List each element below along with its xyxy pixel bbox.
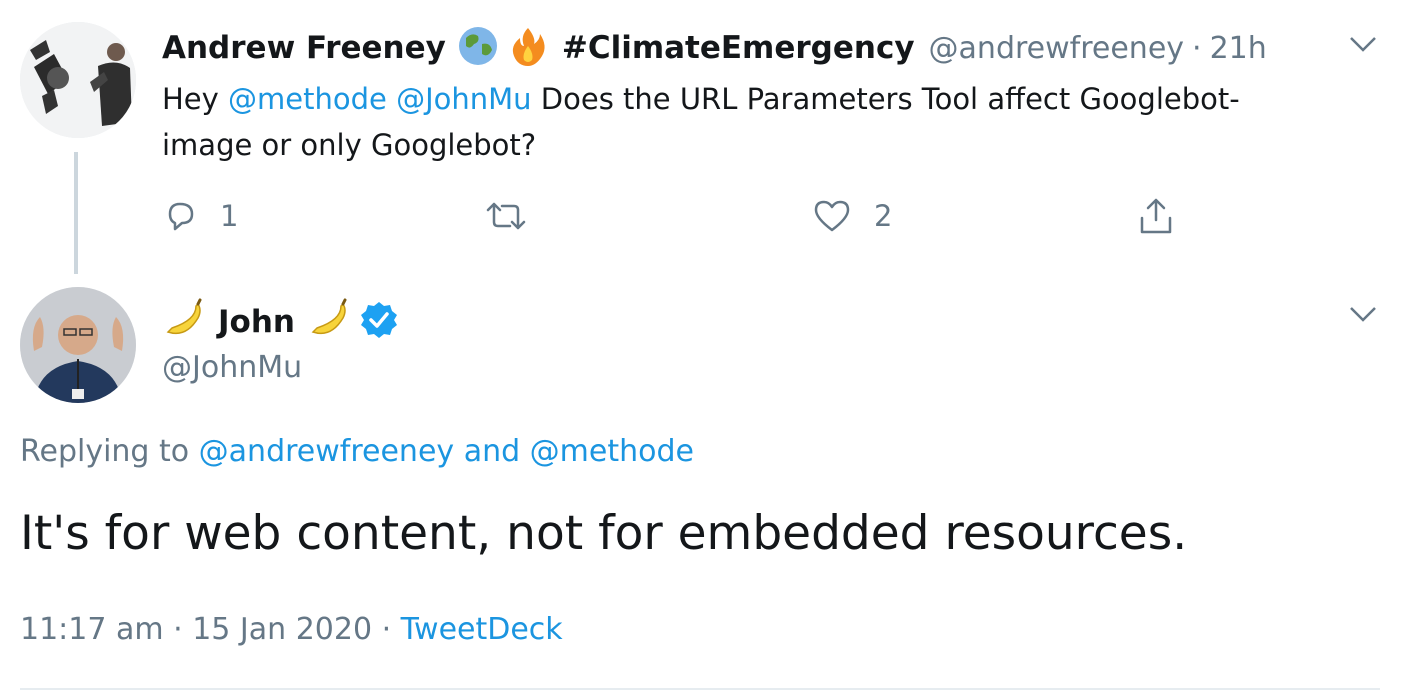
divider — [20, 688, 1380, 690]
like-count: 2 — [874, 199, 893, 233]
reply-count: 1 — [220, 199, 239, 233]
thread-connector — [74, 152, 78, 274]
meta-separator: · — [372, 612, 401, 647]
author-handle[interactable]: @andrewfreeney — [929, 31, 1184, 66]
replying-user-methode[interactable]: @methode — [530, 434, 694, 469]
author-handle[interactable]: @JohnMu — [162, 350, 302, 385]
avatar-andrew-freeney[interactable] — [20, 22, 136, 138]
retweet-button[interactable] — [482, 194, 530, 238]
earth-icon — [456, 24, 500, 72]
replying-and[interactable]: and — [454, 434, 530, 469]
verified-badge-icon — [359, 300, 399, 344]
share-button[interactable] — [1136, 194, 1176, 238]
retweet-icon — [486, 202, 526, 230]
text-segment: Hey — [162, 82, 229, 116]
text-segment: image or only Googlebot? — [162, 128, 537, 162]
reply-button[interactable]: 1 — [162, 194, 238, 238]
like-icon — [814, 200, 850, 232]
author-name[interactable]: Andrew Freeney — [162, 30, 446, 66]
chevron-down-icon — [1350, 37, 1376, 52]
fire-icon — [506, 24, 550, 72]
author-name[interactable]: John — [218, 304, 295, 340]
reply-icon — [168, 202, 194, 231]
tweet-source-link[interactable]: TweetDeck — [401, 612, 563, 647]
author-hashtag[interactable]: #ClimateEmergency — [562, 30, 915, 66]
tweet1-text: Hey @methode @JohnMu Does the URL Parame… — [162, 76, 1382, 168]
banana-icon — [307, 298, 351, 346]
like-button[interactable]: 2 — [812, 194, 892, 238]
tweet2-meta: 11:17 am · 15 Jan 2020 · TweetDeck — [20, 612, 563, 647]
tweet1-header: Andrew Freeney #ClimateEmergency @andrew… — [162, 26, 1267, 70]
text-segment: Does the URL Parameters Tool affect Goog… — [531, 82, 1240, 116]
header-separator: · — [1192, 30, 1202, 66]
banana-icon — [162, 298, 206, 346]
chevron-down-icon — [1350, 307, 1376, 322]
tweet-time[interactable]: 11:17 am — [20, 612, 164, 647]
replying-prefix: Replying to — [20, 434, 199, 469]
tweet2-text: It's for web content, not for embedded r… — [20, 506, 1188, 561]
tweet-date[interactable]: 15 Jan 2020 — [192, 612, 372, 647]
avatar-image — [20, 22, 136, 138]
share-icon — [1140, 198, 1172, 234]
tweet-timestamp[interactable]: 21h — [1210, 31, 1267, 66]
tweet1-chevron-button[interactable] — [1348, 34, 1378, 58]
avatar-john[interactable] — [20, 287, 136, 403]
replying-to: Replying to @andrewfreeney and @methode — [20, 434, 694, 469]
mention-johnmu[interactable]: @JohnMu — [396, 82, 531, 116]
tweet2-header: John — [162, 298, 399, 346]
avatar-image — [20, 287, 136, 403]
mention-methode[interactable]: @methode — [228, 82, 387, 116]
tweet2-chevron-button[interactable] — [1348, 304, 1378, 328]
meta-separator: · — [163, 612, 193, 647]
replying-user-andrewfreeney[interactable]: @andrewfreeney — [199, 434, 454, 469]
